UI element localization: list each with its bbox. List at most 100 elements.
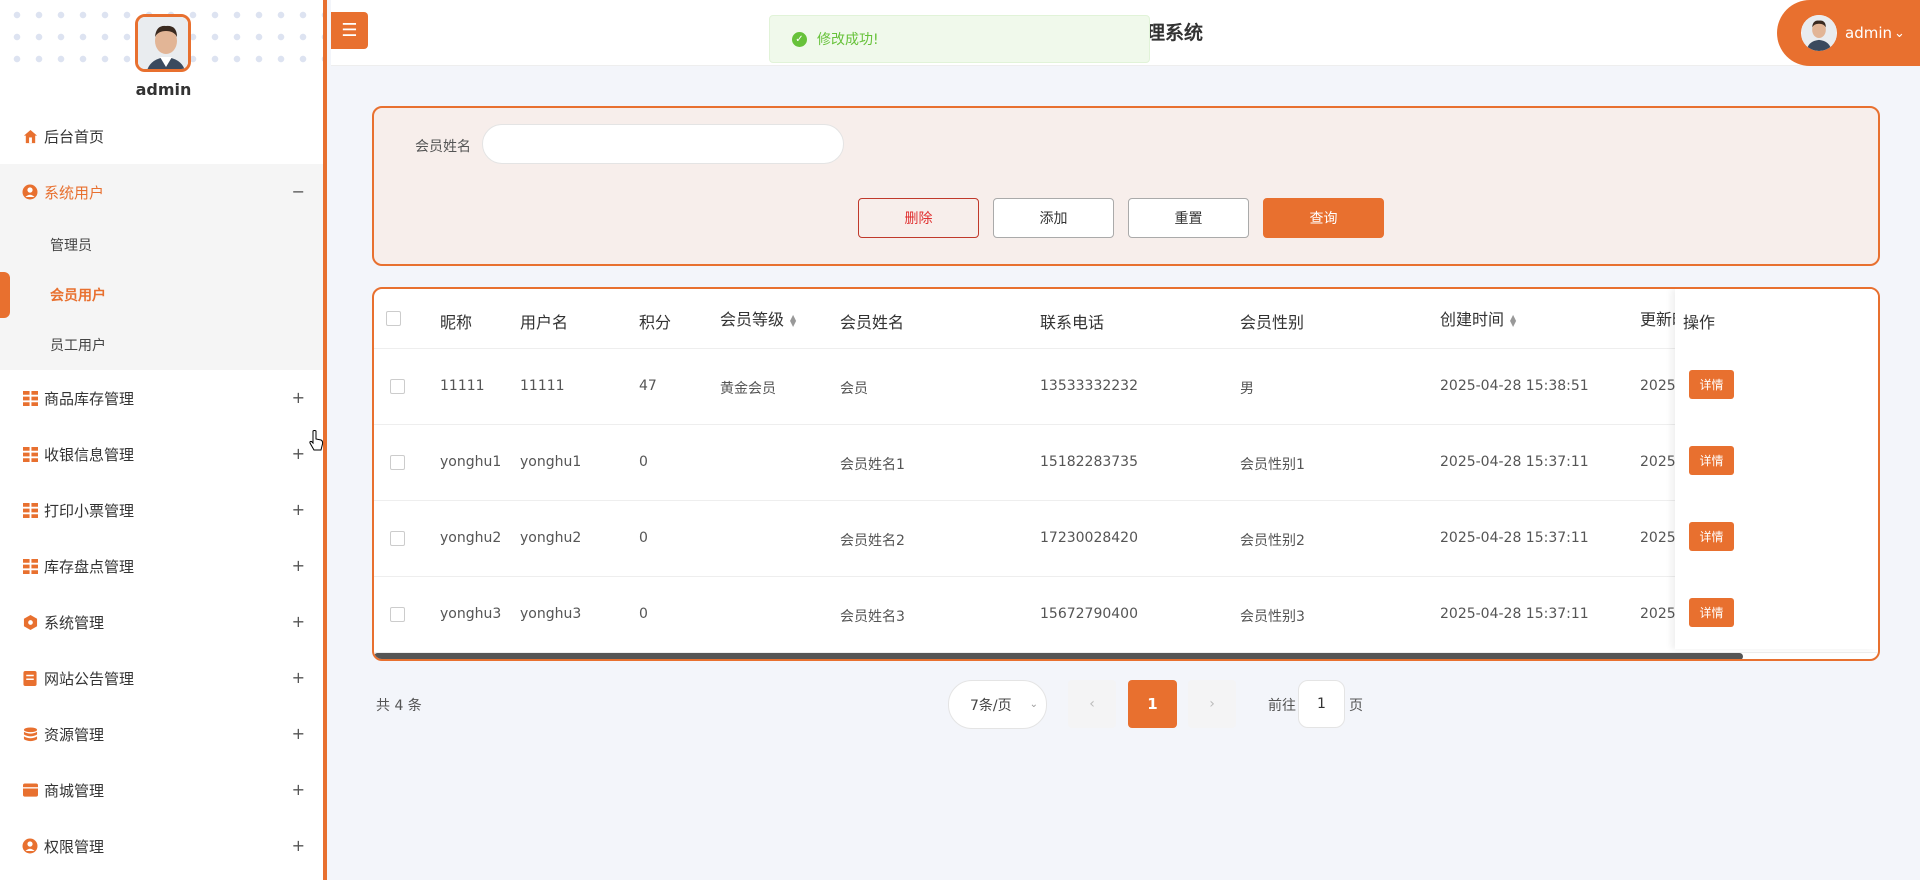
cell-points: 0 [639,454,648,470]
toast-message: 修改成功! [817,32,879,48]
goto-page-input[interactable]: 1 [1298,680,1345,728]
sidebar-item-stocktake[interactable]: 库存盘点管理 + [0,538,323,594]
detail-button[interactable]: 详情 [1689,370,1734,399]
col-level[interactable]: 会员等级 ▲ ▼ [720,306,796,330]
grid-icon [22,446,38,462]
col-created-label: 创建时间 [1440,310,1505,329]
sidebar-item-label: 系统管理 [44,613,105,632]
row-checkbox[interactable] [390,531,405,546]
sidebar-item-resources[interactable]: 资源管理 + [0,706,323,762]
col-gender: 会员性别 [1240,313,1305,332]
chevron-down-icon: ⌄ [1894,25,1905,41]
cell-points: 0 [639,606,648,622]
expand-icon[interactable]: + [292,444,305,463]
sidebar-item-label: 库存盘点管理 [44,557,135,576]
expand-icon[interactable]: + [292,780,305,799]
expand-icon[interactable]: + [292,556,305,575]
user-menu[interactable]: admin ⌄ [1777,0,1920,66]
grid-icon [22,558,38,574]
sidebar-item-permissions[interactable]: 权限管理 + [0,818,323,874]
cell-username: yonghu2 [520,530,582,546]
user-menu-name: admin [1845,24,1892,42]
row-checkbox[interactable] [390,455,405,470]
cell-created: 2025-04-28 15:37:11 [1440,454,1589,470]
menu-toggle-button[interactable]: ☰ [331,12,368,49]
add-button[interactable]: 添加 [993,198,1114,238]
query-button[interactable]: 查询 [1263,198,1384,238]
sort-icon[interactable]: ▲ ▼ [790,313,796,327]
submenu-item-admin[interactable]: 管理员 [0,220,323,270]
col-ops: 操作 [1683,313,1716,332]
sidebar-item-cashier[interactable]: 收银信息管理 + [0,426,323,482]
delete-button[interactable]: 删除 [858,198,979,238]
col-name: 会员姓名 [840,313,905,332]
avatar[interactable] [135,14,191,72]
expand-icon[interactable]: + [292,724,305,743]
submenu-item-member-users[interactable]: 会员用户 [0,270,323,320]
cell-gender: 会员性别3 [1240,609,1305,625]
notice-icon [22,670,38,686]
page-size-select[interactable]: 7条/页 ⌄ [948,680,1047,729]
detail-button[interactable]: 详情 [1689,522,1734,551]
table-row: 11111 11111 47 黄金会员 会员 13533332232 男 202… [374,349,1878,425]
cell-phone: 13533332232 [1040,378,1138,394]
col-nickname: 昵称 [440,313,473,332]
sidebar-item-receipt[interactable]: 打印小票管理 + [0,482,323,538]
expand-icon[interactable]: + [292,612,305,631]
sidebar-item-inventory[interactable]: 商品库存管理 + [0,370,323,426]
sidebar-item-label: 商品库存管理 [44,389,135,408]
col-created[interactable]: 创建时间 ▲ ▼ [1440,306,1516,330]
check-circle-icon: ✓ [792,31,807,47]
expand-icon[interactable]: + [292,836,305,855]
sidebar-item-label: 权限管理 [44,837,105,856]
page-number-current[interactable]: 1 [1128,680,1177,728]
detail-button[interactable]: 详情 [1689,446,1734,475]
row-checkbox[interactable] [390,379,405,394]
col-username: 用户名 [520,313,569,332]
table-row: yonghu3 yonghu3 0 会员姓名3 15672790400 会员性别… [374,577,1878,653]
cell-name: 会员姓名1 [840,457,905,473]
row-checkbox[interactable] [390,607,405,622]
reset-button[interactable]: 重置 [1128,198,1249,238]
expand-icon[interactable]: + [292,668,305,687]
sidebar-item-label: 网站公告管理 [44,669,135,688]
user-circle-icon [22,838,38,854]
success-toast: ✓ 修改成功! [769,15,1150,63]
sidebar-item-system-users[interactable]: 系统用户 − [0,164,323,220]
grid-icon [22,390,38,406]
cell-name: 会员姓名2 [840,533,905,549]
table-row: yonghu2 yonghu2 0 会员姓名2 17230028420 会员性别… [374,501,1878,577]
cell-phone: 15182283735 [1040,454,1138,470]
sidebar-item-notice[interactable]: 网站公告管理 + [0,650,323,706]
sort-icon[interactable]: ▲ ▼ [1510,313,1516,327]
cell-username: 11111 [520,378,565,394]
gear-icon [22,614,38,630]
cell-phone: 15672790400 [1040,606,1138,622]
detail-button[interactable]: 详情 [1689,598,1734,627]
horizontal-scrollbar[interactable] [374,653,1743,659]
sidebar-item-label: 资源管理 [44,725,105,744]
select-all-checkbox[interactable] [386,311,401,326]
cell-points: 0 [639,530,648,546]
table-header: 昵称 用户名 积分 会员等级 ▲ ▼ 会员姓名 联系电话 会员性别 创建时间 ▲ ▼ 更… [374,289,1878,349]
cell-gender: 会员性别1 [1240,457,1305,473]
expand-icon[interactable]: + [292,500,305,519]
cell-name: 会员姓名3 [840,609,905,625]
sidebar-item-system[interactable]: 系统管理 + [0,594,323,650]
cell-gender: 男 [1240,381,1254,397]
sidebar-item-home[interactable]: 后台首页 [0,108,323,164]
submenu-item-staff-users[interactable]: 员工用户 [0,320,323,370]
prev-page-button[interactable]: ‹ [1068,680,1116,728]
cell-created: 2025-04-28 15:38:51 [1440,378,1589,394]
sidebar-item-mall[interactable]: 商城管理 + [0,762,323,818]
next-page-button[interactable]: › [1188,680,1236,728]
cell-nickname: 11111 [440,378,485,394]
ops-column: 操作 详情 详情 详情 详情 [1675,289,1878,649]
cell-phone: 17230028420 [1040,530,1138,546]
member-name-input[interactable] [482,124,844,164]
collapse-icon[interactable]: − [292,182,305,201]
cell-nickname: yonghu3 [440,606,502,622]
page-size-value: 7条/页 [970,697,1012,714]
expand-icon[interactable]: + [292,388,305,407]
cell-nickname: yonghu2 [440,530,502,546]
